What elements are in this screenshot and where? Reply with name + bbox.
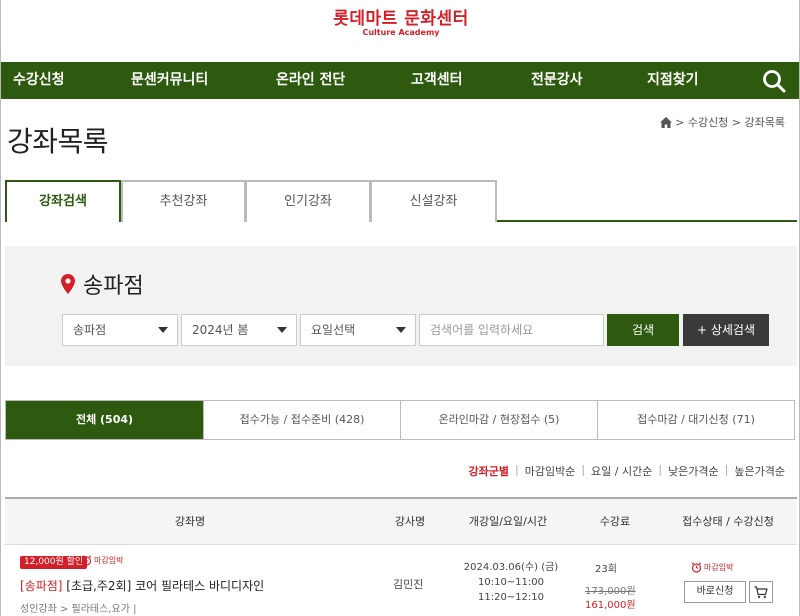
- nav-item-course-apply[interactable]: 수강신청: [13, 62, 65, 99]
- term-select-value: 2024년 봄: [192, 323, 249, 337]
- sale-price: 161,000원: [585, 600, 636, 611]
- page: 롯데마트 문화센터 Culture Academy 수강신청 문센커뮤니티 온라…: [0, 0, 800, 616]
- table-row: 12,000원 할인 마감임박 [송파점] [초급,주2회] 코어 필라테스 바…: [5, 546, 797, 616]
- search-icon[interactable]: [761, 68, 787, 94]
- tab-new[interactable]: 신설강좌: [370, 180, 497, 222]
- course-tabs: 강좌검색 추천강좌 인기강좌 신설강좌: [5, 180, 797, 222]
- nav-item-customer-center[interactable]: 고객센터: [411, 62, 463, 99]
- deadline-badge-text: 마감임박: [94, 556, 124, 565]
- location-pin-icon: [61, 274, 75, 294]
- day-select-value: 요일선택: [311, 323, 356, 337]
- breadcrumb: > 수강신청 > 강좌목록: [660, 114, 785, 130]
- logo-sub-text: Culture Academy: [362, 28, 440, 37]
- session-count: 23회: [595, 564, 617, 575]
- nav-item-online-flyer[interactable]: 온라인 전단: [276, 62, 345, 99]
- filter-all[interactable]: 전체 (504): [6, 401, 204, 439]
- caret-down-icon: [277, 327, 287, 333]
- day-select[interactable]: 요일선택: [300, 314, 416, 346]
- table-header: 강좌명 강사명 개강일/요일/시간 수강료 접수상태 / 수강신청: [5, 497, 797, 545]
- keyword-input[interactable]: 검색어를 입력하세요: [419, 314, 604, 346]
- sort-by-low-price[interactable]: 낮은가격순: [668, 463, 719, 479]
- alarm-clock-icon: [691, 562, 702, 573]
- search-panel: 송파점 송파점 2024년 봄 요일선택 검색어를 입력하세요 검색 + 상세검…: [5, 246, 797, 366]
- deadline-badge: 마감임박: [81, 555, 123, 566]
- course-category: 성인강좌 > 필라테스,요가 |: [20, 604, 137, 615]
- tab-popular[interactable]: 인기강좌: [245, 180, 371, 222]
- tab-course-search[interactable]: 강좌검색: [5, 180, 121, 222]
- header-schedule: 개강일/요일/시간: [468, 515, 548, 528]
- main-nav: 수강신청 문센커뮤니티 온라인 전단 고객센터 전문강사 지점찾기: [1, 62, 799, 99]
- alarm-clock-icon: [81, 555, 92, 566]
- branch-select[interactable]: 송파점: [62, 314, 178, 346]
- sort-by-deadline[interactable]: 마감임박순: [525, 463, 576, 479]
- tab-recommended[interactable]: 추천강좌: [121, 180, 246, 222]
- start-date: 2024.03.06(수) (금): [463, 562, 559, 573]
- filter-online-closed[interactable]: 온라인마감 / 현장접수 (5): [401, 401, 598, 439]
- home-icon[interactable]: [660, 116, 673, 128]
- search-button[interactable]: 검색: [607, 314, 679, 346]
- sort-by-high-price[interactable]: 높은가격순: [734, 463, 785, 479]
- time-slot-1: 10:10~11:00: [477, 577, 544, 588]
- logo-main-text: 롯데마트 문화센터: [333, 9, 469, 29]
- apply-now-button[interactable]: 바로신청: [684, 581, 746, 603]
- time-slot-2: 11:20~12:10: [477, 592, 544, 603]
- sort-divider: |: [724, 463, 729, 476]
- page-title: 강좌목록: [7, 125, 109, 158]
- header-teacher: 강사명: [394, 515, 426, 528]
- course-schedule: 2024.03.06(수) (금) 10:10~11:00 11:20~12:1…: [461, 560, 561, 605]
- cart-icon: [754, 586, 768, 599]
- course-title-link[interactable]: [송파점] [초급,주2회] 코어 필라테스 바디디자인: [20, 577, 264, 594]
- sort-by-day-time[interactable]: 요일 / 시간순: [591, 463, 652, 479]
- caret-down-icon: [396, 327, 406, 333]
- sort-divider: |: [514, 463, 519, 476]
- status-badge: 마감임박: [691, 562, 733, 573]
- breadcrumb-text[interactable]: > 수강신청 > 강좌목록: [675, 114, 785, 130]
- nav-item-community[interactable]: 문센커뮤니티: [131, 62, 208, 99]
- detail-search-button[interactable]: + 상세검색: [683, 314, 769, 346]
- sort-options: 강좌군별 | 마감임박순 | 요일 / 시간순 | 낮은가격순 | 높은가격순: [469, 463, 786, 479]
- header-course-name: 강좌명: [174, 515, 206, 528]
- keyword-placeholder: 검색어를 입력하세요: [430, 323, 534, 337]
- sort-by-group[interactable]: 강좌군별: [469, 463, 509, 479]
- course-title-text: [초급,주2회] 코어 필라테스 바디디자인: [62, 579, 265, 593]
- discount-badge: 12,000원 할인: [20, 556, 88, 569]
- filter-closed-waitlist[interactable]: 접수마감 / 대기신청 (71): [598, 401, 794, 439]
- filter-available[interactable]: 접수가능 / 접수준비 (428): [204, 401, 401, 439]
- caret-down-icon: [158, 327, 168, 333]
- sort-divider: |: [658, 463, 663, 476]
- nav-item-find-branch[interactable]: 지점찾기: [647, 62, 699, 99]
- nav-item-instructors[interactable]: 전문강사: [531, 62, 583, 99]
- original-price: 173,000원: [585, 586, 636, 597]
- site-logo[interactable]: 롯데마트 문화센터 Culture Academy: [1, 0, 799, 62]
- branch-title: 송파점: [61, 268, 144, 300]
- header-status-apply: 접수상태 / 수강신청: [682, 515, 774, 528]
- term-select[interactable]: 2024년 봄: [181, 314, 297, 346]
- header-fee: 수강료: [599, 515, 631, 528]
- branch-select-value: 송파점: [73, 323, 107, 337]
- teacher-name: 김민진: [393, 578, 424, 591]
- status-filters: 전체 (504) 접수가능 / 접수준비 (428) 온라인마감 / 현장접수 …: [5, 400, 795, 440]
- status-badge-text: 마감임박: [704, 563, 734, 572]
- branch-name: 송파점: [83, 274, 144, 299]
- course-branch-tag: [송파점]: [20, 579, 63, 593]
- sort-divider: |: [581, 463, 586, 476]
- cart-button[interactable]: [749, 581, 773, 603]
